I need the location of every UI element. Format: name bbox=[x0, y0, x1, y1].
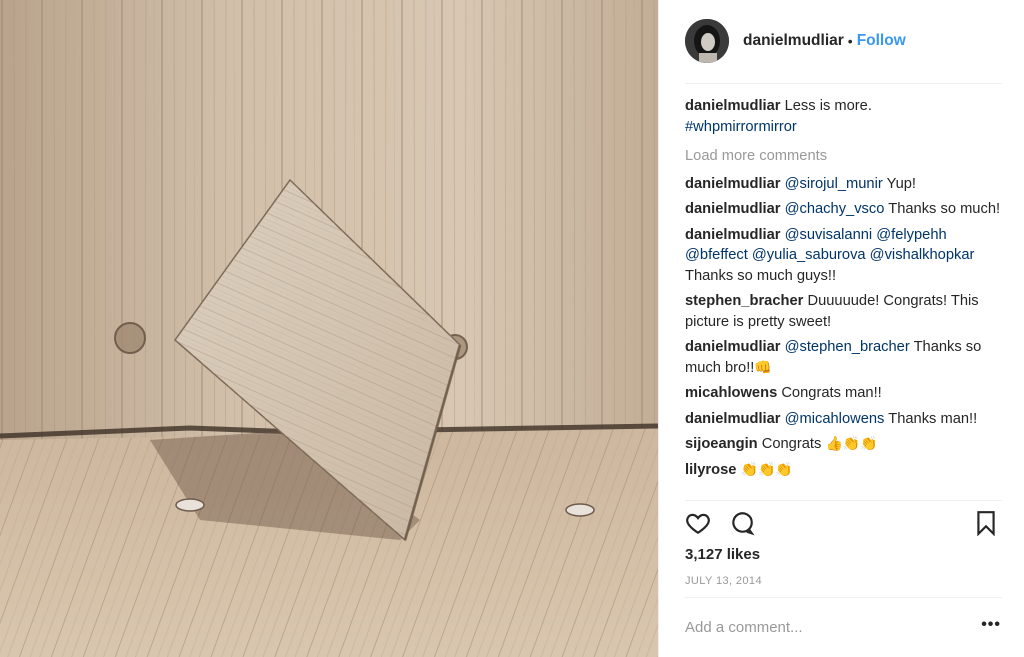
comment-username[interactable]: danielmudliar bbox=[685, 411, 781, 427]
divider bbox=[685, 597, 1002, 598]
comment-mention[interactable]: @stephen_bracher bbox=[785, 339, 910, 355]
caption-hashtag[interactable]: #whpmirrormirror bbox=[685, 119, 797, 135]
comment-item: micahlowens Congrats man!! bbox=[685, 383, 1003, 404]
comment-item: lilyrose 👏👏👏 bbox=[685, 460, 1003, 481]
post-side-panel: danielmudliar • Follow danielmudliar Les… bbox=[658, 0, 1024, 657]
load-more-comments-button[interactable]: Load more comments bbox=[685, 146, 1003, 167]
action-bar bbox=[685, 510, 1003, 540]
divider bbox=[685, 500, 1002, 501]
comment-mention[interactable]: @chachy_vsco bbox=[785, 201, 885, 217]
comment-text: Congrats man!! bbox=[781, 385, 882, 401]
comment-item: danielmudliar @stephen_bracher Thanks so… bbox=[685, 337, 1003, 378]
comment-item: danielmudliar @chachy_vsco Thanks so muc… bbox=[685, 199, 1003, 220]
caption-text: Less is more. bbox=[784, 98, 872, 114]
caption: danielmudliar Less is more. #whpmirrormi… bbox=[685, 96, 1003, 137]
comment-username[interactable]: micahlowens bbox=[685, 385, 777, 401]
clap-emoji: 👍👏👏 bbox=[825, 436, 878, 452]
post-photo[interactable] bbox=[0, 0, 658, 657]
comment-text: Thanks so much guys!! bbox=[685, 267, 837, 284]
comment-username[interactable]: danielmudliar bbox=[685, 201, 781, 217]
heart-outline-icon[interactable] bbox=[685, 510, 711, 541]
comment-username[interactable]: danielmudliar bbox=[685, 227, 781, 243]
follow-button[interactable]: Follow bbox=[857, 32, 906, 50]
bookmark-outline-icon[interactable] bbox=[975, 510, 997, 541]
comment-text: Yup! bbox=[882, 175, 916, 192]
comment-username[interactable]: lilyrose bbox=[685, 462, 736, 478]
add-comment-input[interactable] bbox=[685, 612, 965, 642]
add-comment-section: ••• bbox=[685, 612, 1003, 642]
clap-emoji: 👏👏👏 bbox=[740, 461, 793, 478]
fist-bump-emoji: 👊 bbox=[754, 359, 772, 376]
separator-dot: • bbox=[847, 33, 853, 49]
comments-list[interactable]: danielmudliar Less is more. #whpmirrormi… bbox=[685, 96, 1003, 500]
avatar[interactable] bbox=[685, 19, 729, 63]
comment-mention[interactable]: @sirojul_munir bbox=[785, 176, 883, 192]
comment-text: Thanks so much! bbox=[884, 201, 1001, 217]
comment-item: danielmudliar @micahlowens Thanks man!! bbox=[685, 409, 1003, 430]
comment-item: danielmudliar @suvisalanni @felypehh @bf… bbox=[685, 225, 1003, 287]
comment-mention[interactable]: @micahlowens bbox=[785, 411, 885, 427]
comment-username[interactable]: stephen_bracher bbox=[685, 293, 803, 309]
divider bbox=[685, 83, 1002, 84]
speech-bubble-icon[interactable] bbox=[729, 510, 755, 541]
comment-username[interactable]: danielmudliar bbox=[685, 339, 781, 355]
comment-username[interactable]: danielmudliar bbox=[685, 176, 781, 192]
comment-item: sijoeangin Congrats 👍👏👏 bbox=[685, 434, 1003, 455]
post-header: danielmudliar • Follow bbox=[659, 0, 1024, 82]
more-options-icon[interactable]: ••• bbox=[981, 616, 1001, 634]
comment-text: Congrats bbox=[761, 436, 822, 452]
comment-username[interactable]: sijoeangin bbox=[685, 436, 758, 452]
comment-item: danielmudliar @sirojul_munir Yup! bbox=[685, 174, 1003, 195]
comment-text: Thanks man!! bbox=[884, 410, 978, 427]
header-username[interactable]: danielmudliar bbox=[743, 32, 844, 50]
caption-username[interactable]: danielmudliar bbox=[685, 98, 781, 114]
post-date[interactable]: JULY 13, 2014 bbox=[685, 575, 762, 587]
comment-item: stephen_bracher Duuuuude! Congrats! This… bbox=[685, 291, 1003, 332]
avatar-image bbox=[685, 19, 729, 63]
wood-panel-image bbox=[0, 0, 658, 657]
likes-count[interactable]: 3,127 likes bbox=[685, 546, 760, 563]
